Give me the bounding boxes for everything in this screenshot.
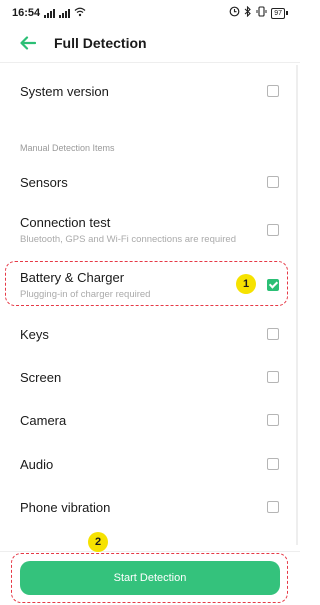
status-right: 97 — [229, 5, 288, 20]
item-keys[interactable]: Keys — [0, 327, 300, 342]
checkbox-connection-test[interactable] — [267, 224, 279, 236]
checkbox-phone-vibration[interactable] — [267, 501, 279, 513]
item-label: Audio — [20, 457, 54, 472]
start-detection-button[interactable]: Start Detection — [20, 561, 280, 595]
item-label: Connection test — [20, 215, 111, 230]
item-system-version[interactable]: System version — [0, 84, 300, 99]
item-label: Battery & Charger — [20, 270, 125, 285]
back-button[interactable] — [18, 33, 38, 53]
step-badge-1: 1 — [236, 274, 256, 294]
item-note: Bluetooth, GPS and Wi-Fi connections are… — [20, 234, 236, 245]
item-label: Sensors — [20, 175, 68, 190]
section-title: Manual Detection Items — [20, 143, 115, 153]
checkbox-screen[interactable] — [267, 371, 279, 383]
checkbox-system-version[interactable] — [267, 85, 279, 97]
item-phone-vibration[interactable]: Phone vibration — [0, 500, 300, 515]
page-title: Full Detection — [54, 35, 147, 51]
item-connection-test[interactable]: Connection test Bluetooth, GPS and Wi-Fi… — [0, 215, 300, 245]
signal-icon — [44, 8, 56, 18]
alarm-icon — [229, 6, 240, 20]
item-label: Screen — [20, 370, 62, 385]
item-sensors[interactable]: Sensors — [0, 175, 300, 190]
arrow-left-icon — [20, 36, 36, 50]
battery-level: 97 — [271, 7, 285, 19]
checkbox-keys[interactable] — [267, 328, 279, 340]
item-label: System version — [20, 84, 109, 99]
status-bar: 16:54 97 — [0, 0, 300, 26]
checkbox-sensors[interactable] — [267, 176, 279, 188]
bluetooth-icon — [244, 5, 252, 20]
item-label: Keys — [20, 327, 49, 342]
checkbox-battery-charger[interactable] — [267, 279, 279, 291]
item-note: Plugging-in of charger required — [20, 289, 151, 300]
item-screen[interactable]: Screen — [0, 370, 300, 385]
scrollbar[interactable] — [296, 65, 298, 545]
step-badge-2: 2 — [88, 532, 108, 552]
item-camera[interactable]: Camera — [0, 413, 300, 428]
checkbox-audio[interactable] — [267, 458, 279, 470]
footer-divider — [0, 551, 300, 552]
checkbox-camera[interactable] — [267, 414, 279, 426]
status-left: 16:54 — [12, 7, 86, 20]
wifi-icon — [74, 7, 86, 20]
vibrate-icon — [256, 6, 267, 20]
item-label: Camera — [20, 413, 67, 428]
item-label: Phone vibration — [20, 500, 111, 515]
app-header: Full Detection — [0, 28, 300, 58]
signal-2-icon — [59, 8, 71, 18]
item-audio[interactable]: Audio — [0, 457, 300, 472]
battery-icon: 97 — [271, 7, 288, 19]
status-time: 16:54 — [12, 7, 41, 19]
header-divider — [0, 62, 300, 63]
